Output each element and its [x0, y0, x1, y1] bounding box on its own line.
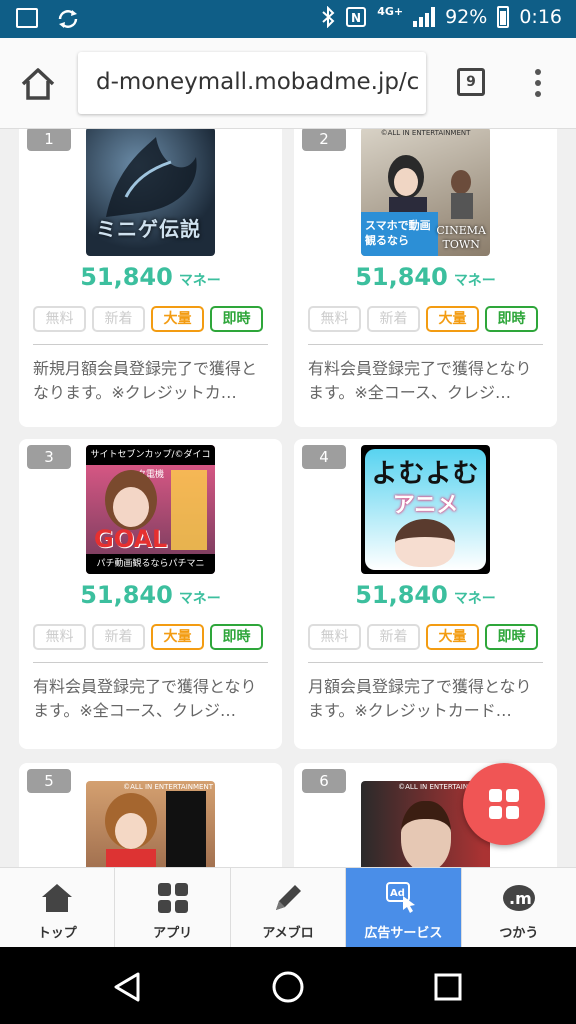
tag-large: 大量 — [151, 306, 204, 332]
offer-description: 月額会員登録完了で獲得となります。※クレジットカード… — [308, 677, 532, 720]
nav-apps[interactable]: アプリ — [115, 868, 231, 947]
gallery-notification-icon — [16, 8, 38, 28]
home-button-icon[interactable] — [270, 969, 306, 1005]
divider — [308, 662, 543, 663]
network-type: 4G+ — [377, 4, 404, 18]
offer-card[interactable]: 4 よむよむ アニメ 51,840 マネー 無料 新着 大量 即時 月額会員登録完… — [294, 439, 557, 749]
money-icon: .m — [502, 885, 535, 911]
rank-badge: 1 — [27, 129, 71, 151]
nfc-icon: N — [346, 7, 367, 27]
apps-grid-icon — [157, 883, 188, 913]
home-icon — [42, 884, 73, 912]
tag-list: 無料 新着 大量 即時 — [33, 306, 263, 332]
thumbnail-title: ミニゲ伝説 — [96, 217, 201, 241]
offer-thumbnail[interactable]: サイトセブンカップ/©ダイコク電機 GOAL パチ動画観るならパチマニ — [86, 445, 215, 574]
divider — [33, 662, 268, 663]
rank-badge: 2 — [302, 129, 346, 151]
offer-description: 有料会員登録完了で獲得となります。※全コース、クレジ… — [308, 359, 532, 402]
offer-card[interactable]: 3 サイトセブンカップ/©ダイコク電機 GOAL パチ動画観るならパチマニ 51… — [19, 439, 282, 749]
portrait — [401, 801, 451, 867]
offer-card[interactable]: 2 ©ALL IN ENTERTAINMENT スマホで動画観るなら CINEM… — [294, 129, 557, 427]
signal-icon — [413, 7, 436, 27]
nav-ad-service[interactable]: Ad 広告サービス — [346, 868, 462, 947]
offer-list: 1 ミニゲ伝説 51,840 マネー 無料 新着 大量 即時 新規月額会員登録完了… — [0, 129, 576, 867]
tag-free: 無料 — [308, 624, 361, 650]
tag-instant: 即時 — [485, 306, 538, 332]
system-navigation — [0, 947, 576, 1024]
nav-label: アプリ — [153, 926, 193, 941]
offer-description: 有料会員登録完了で獲得となります。※全コース、クレジ… — [33, 677, 257, 720]
tab-switcher-button[interactable]: 9 — [457, 68, 485, 96]
rank-badge: 3 — [27, 445, 71, 469]
anime-character — [395, 519, 455, 567]
category-menu-button[interactable] — [463, 763, 545, 845]
bluetooth-icon — [322, 6, 335, 28]
thumbnail-logo: CINEMA TOWN — [436, 224, 486, 251]
reward-amount: 51,840 マネー — [355, 581, 496, 609]
tag-list: 無料 新着 大量 即時 — [308, 624, 538, 650]
nav-label: アメブロ — [262, 926, 314, 941]
overflow-menu-icon[interactable] — [528, 66, 548, 100]
divider — [308, 344, 543, 345]
thumbnail-goal: GOAL — [94, 525, 168, 553]
tag-new: 新着 — [367, 306, 420, 332]
reward-amount: 51,840 マネー — [80, 581, 221, 609]
grid-icon — [489, 789, 519, 819]
svg-text:Ad: Ad — [390, 888, 405, 899]
tag-instant: 即時 — [210, 306, 263, 332]
pencil-icon — [276, 885, 302, 910]
offer-thumbnail[interactable]: ©ALL IN ENTERTAINMENT — [86, 781, 215, 867]
tag-free: 無料 — [33, 624, 86, 650]
reward-amount: 51,840 マネー — [355, 263, 496, 291]
tag-large: 大量 — [426, 306, 479, 332]
divider — [33, 344, 268, 345]
status-bar: N 4G+ 92% 0:16 — [0, 0, 576, 38]
battery-icon — [497, 6, 510, 28]
offer-thumbnail[interactable]: よむよむ アニメ — [361, 445, 490, 574]
tag-free: 無料 — [33, 306, 86, 332]
nav-label: 広告サービス — [364, 926, 443, 941]
tag-large: 大量 — [426, 624, 479, 650]
recents-icon[interactable] — [430, 969, 466, 1005]
clock: 0:16 — [519, 6, 562, 28]
url-bar[interactable]: d-moneymall.mobadme.jp/c — [78, 52, 426, 114]
svg-text:N: N — [351, 11, 361, 25]
rank-badge: 5 — [27, 769, 71, 793]
nav-top[interactable]: トップ — [0, 868, 116, 947]
tag-new: 新着 — [92, 306, 145, 332]
sync-icon — [58, 10, 78, 28]
browser-toolbar: d-moneymall.mobadme.jp/c 9 — [0, 38, 576, 129]
offer-card[interactable]: 5 ©ALL IN ENTERTAINMENT — [19, 763, 282, 867]
nav-use[interactable]: .m つかう — [462, 868, 576, 947]
bottom-navigation: トップ アプリ アメブロ Ad 広告サービス .m つかう — [0, 867, 576, 947]
battery-percent: 92% — [445, 6, 488, 28]
nav-label: トップ — [37, 926, 77, 941]
tag-free: 無料 — [308, 306, 361, 332]
svg-text:.m: .m — [509, 889, 532, 908]
rank-badge: 4 — [302, 445, 346, 469]
nav-ameblo[interactable]: アメブロ — [231, 868, 347, 947]
offer-thumbnail[interactable]: ©ALL IN ENTERTAINMENT スマホで動画観るなら CINEMA … — [361, 129, 490, 256]
offer-description: 新規月額会員登録完了で獲得となります。※クレジットカ… — [33, 359, 258, 402]
reward-amount: 51,840 マネー — [80, 263, 221, 291]
nav-label: つかう — [499, 926, 539, 941]
home-icon[interactable] — [18, 64, 58, 104]
tag-new: 新着 — [92, 624, 145, 650]
thumbnail-subtitle: アニメ — [392, 493, 459, 518]
thumbnail-banner: スマホで動画観るなら — [361, 212, 439, 256]
thumbnail-footer: パチ動画観るならパチマニ — [86, 554, 215, 574]
tag-instant: 即時 — [210, 624, 263, 650]
tag-list: 無料 新着 大量 即時 — [308, 306, 538, 332]
tag-large: 大量 — [151, 624, 204, 650]
tag-new: 新着 — [367, 624, 420, 650]
tag-list: 無料 新着 大量 即時 — [33, 624, 263, 650]
ad-touch-icon: Ad — [386, 882, 416, 913]
rank-badge: 6 — [302, 769, 346, 793]
tag-instant: 即時 — [485, 624, 538, 650]
thumbnail-title: よむよむ — [371, 459, 480, 489]
back-icon[interactable] — [110, 969, 146, 1005]
offer-card[interactable]: 1 ミニゲ伝説 51,840 マネー 無料 新着 大量 即時 新規月額会員登録完了… — [19, 129, 282, 427]
offer-thumbnail[interactable]: ミニゲ伝説 — [86, 129, 215, 256]
